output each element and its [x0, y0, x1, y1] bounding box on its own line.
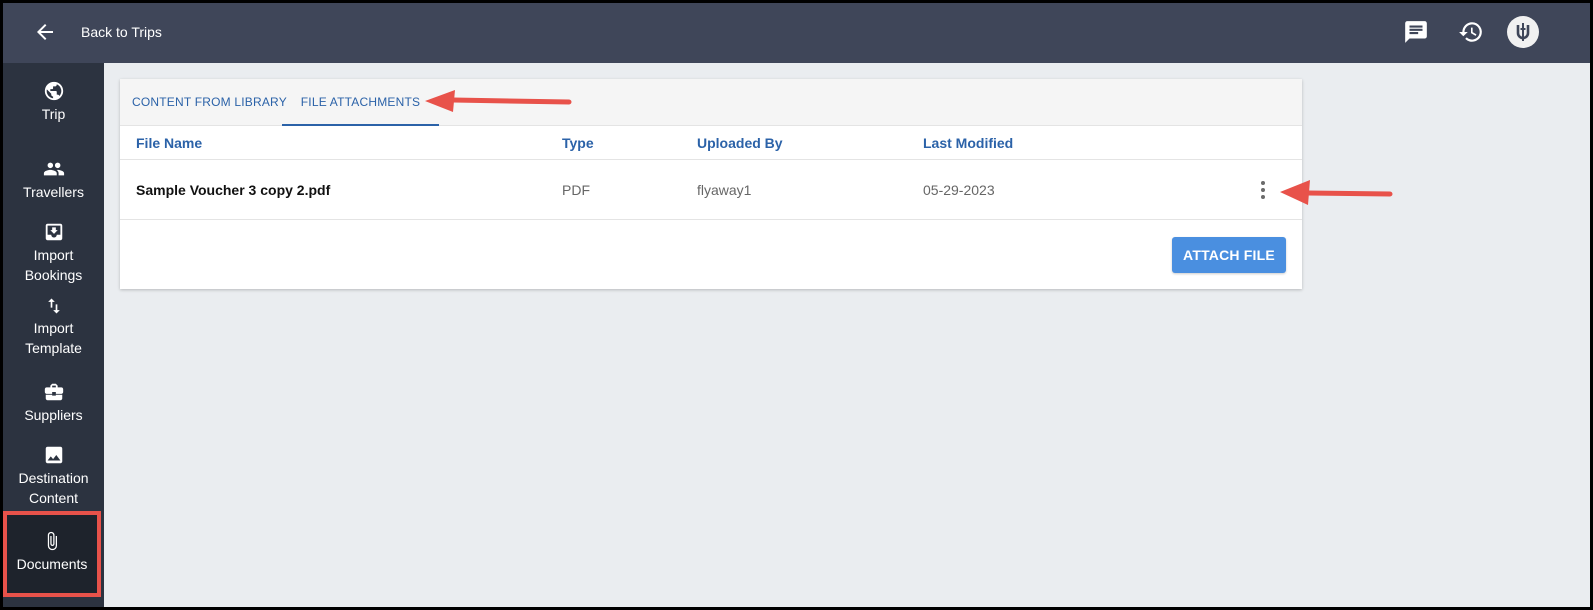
back-to-trips-link[interactable]: Back to Trips: [81, 24, 162, 40]
swap-vertical-icon: [47, 298, 60, 314]
column-header-last-modified[interactable]: Last Modified: [923, 135, 1013, 151]
sidebar-item-documents[interactable]: Documents: [3, 511, 101, 597]
annotation-arrow-menu: [1280, 180, 1393, 205]
tab-file-attachments[interactable]: FILE ATTACHMENTS: [282, 79, 439, 126]
sidebar-item-label: Suppliers: [24, 407, 83, 423]
sidebar-item-label: Import Template: [25, 320, 82, 356]
sidebar-item-trip[interactable]: Trip: [3, 80, 104, 124]
sidebar-item-import-bookings[interactable]: Import Bookings: [3, 221, 104, 285]
documents-card: CONTENT FROM LIBRARY FILE ATTACHMENTS Fi…: [120, 79, 1302, 289]
column-header-uploaded-by[interactable]: Uploaded By: [697, 135, 783, 151]
sidebar-item-label: Destination Content: [18, 470, 89, 506]
sidebar-item-label: Travellers: [23, 184, 84, 200]
history-icon[interactable]: [1458, 19, 1484, 45]
more-vert-icon[interactable]: [1251, 178, 1275, 202]
type-cell: PDF: [562, 182, 590, 198]
avatar-logo-icon: [1516, 23, 1530, 41]
app-frame: Back to Trips Trip Travellers Import Boo…: [0, 0, 1593, 610]
people-icon: [43, 162, 64, 176]
table-row[interactable]: Sample Voucher 3 copy 2.pdf PDF flyaway1…: [120, 160, 1302, 220]
sidebar-item-label: Trip: [41, 106, 66, 122]
avatar[interactable]: [1507, 16, 1539, 48]
sidebar-item-suppliers[interactable]: Suppliers: [3, 381, 104, 425]
column-header-file-name[interactable]: File Name: [136, 135, 202, 151]
sidebar-item-label: Documents: [16, 556, 88, 572]
paperclip-icon: [47, 531, 57, 551]
image-icon: [45, 446, 62, 464]
tab-bar: CONTENT FROM LIBRARY FILE ATTACHMENTS: [120, 79, 1302, 126]
file-name-cell[interactable]: Sample Voucher 3 copy 2.pdf: [136, 182, 330, 198]
briefcase-icon: [44, 383, 63, 401]
top-bar: Back to Trips: [3, 3, 1590, 63]
inbox-download-icon: [45, 223, 62, 241]
uploaded-by-cell: flyaway1: [697, 182, 752, 198]
tab-content-from-library[interactable]: CONTENT FROM LIBRARY: [132, 79, 287, 126]
attach-file-button[interactable]: ATTACH FILE: [1172, 237, 1286, 273]
annotation-arrow-tab: [425, 90, 572, 112]
column-header-type[interactable]: Type: [562, 135, 594, 151]
sidebar: Trip Travellers Import Bookings Import T…: [3, 63, 104, 607]
sidebar-item-destination-content[interactable]: Destination Content: [3, 444, 104, 508]
chat-icon[interactable]: [1403, 19, 1429, 45]
sidebar-item-travellers[interactable]: Travellers: [3, 158, 104, 202]
table-header: File Name Type Uploaded By Last Modified: [120, 126, 1302, 160]
sidebar-item-import-template[interactable]: Import Template: [3, 296, 104, 358]
last-modified-cell: 05-29-2023: [923, 182, 995, 198]
globe-icon: [44, 81, 63, 101]
sidebar-item-label: Import Bookings: [24, 247, 83, 283]
back-arrow-icon[interactable]: [33, 20, 57, 44]
